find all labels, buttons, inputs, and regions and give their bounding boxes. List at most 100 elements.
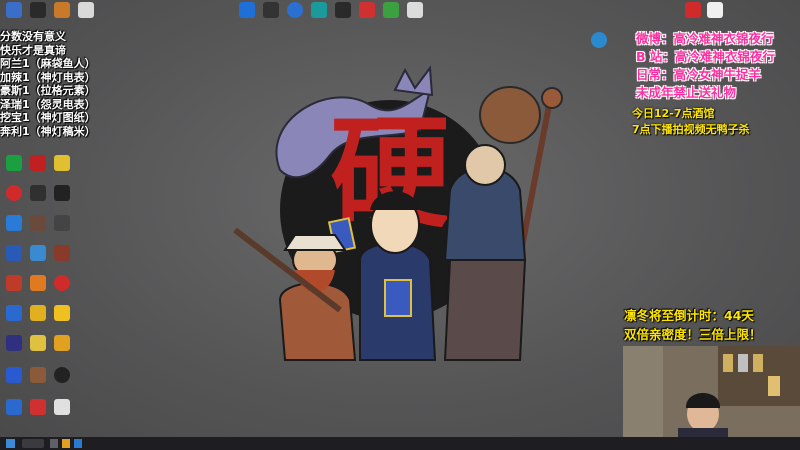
- logitech-icon: [54, 367, 70, 383]
- app-icon: [54, 215, 70, 231]
- wallpaper-artwork: 硬: [233, 65, 563, 361]
- countdown-line: 凛冬将至倒计时：44天: [624, 308, 754, 323]
- desktop-icon[interactable]: [27, 335, 49, 356]
- desktop-icon[interactable]: [27, 367, 49, 388]
- desktop-icon[interactable]: [682, 2, 704, 23]
- desktop-icon[interactable]: [27, 305, 49, 326]
- left-overlay-list: 分数没有意义 快乐才是真谛 阿兰1（麻袋鱼人） 加辣1（神灯电表） 豪斯1（拉格…: [0, 30, 120, 138]
- bilibili-line: B 站：高冷难神衣锦夜行: [636, 49, 775, 64]
- desktop-icon[interactable]: [3, 305, 25, 326]
- app-icon: [54, 305, 70, 321]
- app-icon: [30, 275, 46, 291]
- app-icon: [239, 2, 255, 18]
- trophy: [738, 354, 748, 372]
- app-icon: [263, 2, 279, 18]
- desktop-icon[interactable]: [51, 367, 73, 388]
- desktop-icon[interactable]: [51, 245, 73, 266]
- desktop-icon[interactable]: [27, 155, 49, 176]
- desktop-icon[interactable]: [27, 215, 49, 236]
- icon-label: [3, 351, 25, 356]
- desktop-icon[interactable]: [3, 2, 25, 23]
- desktop-icon[interactable]: [308, 2, 330, 23]
- desktop-icon[interactable]: [3, 185, 25, 206]
- desktop-icon[interactable]: [356, 2, 378, 23]
- icon-label: [51, 261, 73, 266]
- desktop-icon[interactable]: [51, 399, 73, 420]
- dragon-claw: [393, 65, 434, 97]
- desktop-icon[interactable]: [27, 2, 49, 23]
- wechat-icon: [6, 155, 22, 171]
- desktop-icon[interactable]: [236, 2, 258, 23]
- app-icon: [6, 215, 22, 231]
- desktop-icon[interactable]: [3, 399, 25, 420]
- desktop-icon[interactable]: [404, 2, 426, 23]
- trophy: [768, 376, 780, 396]
- trophy: [753, 354, 763, 372]
- desktop-icon[interactable]: [260, 2, 282, 23]
- desktop-icon[interactable]: [51, 185, 73, 206]
- schedule-line: 7点下播拍视频无鸭子杀: [632, 123, 750, 136]
- desktop-icon[interactable]: [51, 305, 73, 326]
- desktop-icon[interactable]: [75, 2, 97, 23]
- icon-label: [3, 231, 25, 236]
- app-icon: [30, 305, 46, 321]
- wizard-face: [464, 144, 506, 186]
- icon-label: [3, 171, 25, 176]
- app-icon: [54, 2, 70, 18]
- webcam-feed: [623, 346, 800, 437]
- icon-label: [51, 415, 73, 420]
- overlay-line: 豪斯1（拉格元素）: [0, 84, 96, 97]
- icon-label: [51, 231, 73, 236]
- desktop-icon[interactable]: [3, 335, 25, 356]
- file-icon: [54, 399, 70, 415]
- app-icon: [359, 2, 375, 18]
- icon-label: [51, 351, 73, 356]
- desktop-icon[interactable]: [3, 367, 25, 388]
- app-icon: [6, 245, 22, 261]
- desktop-icon[interactable]: [704, 2, 726, 23]
- start-icon[interactable]: [6, 439, 15, 448]
- desktop-icon[interactable]: [51, 335, 73, 356]
- daily-line: 日常：高冷女神牛捉羊: [636, 67, 762, 82]
- app-icon: [6, 275, 22, 291]
- app-icon: [6, 335, 22, 351]
- edge-icon[interactable]: [74, 439, 82, 448]
- desktop-icon[interactable]: [27, 399, 49, 420]
- file-explorer-icon[interactable]: [62, 439, 70, 448]
- desktop-icon[interactable]: [27, 185, 49, 206]
- desktop-icon[interactable]: [51, 275, 73, 296]
- desktop-icon[interactable]: [3, 245, 25, 266]
- icon-label: [51, 291, 73, 296]
- desktop-icon[interactable]: [284, 2, 306, 23]
- desktop-icon[interactable]: [380, 2, 402, 23]
- desktop-icon[interactable]: [27, 245, 49, 266]
- bear-head: [479, 86, 541, 144]
- taskbar: [0, 437, 800, 450]
- icon-label: [27, 18, 49, 23]
- app-icon: [30, 185, 46, 201]
- desktop-icon[interactable]: [27, 275, 49, 296]
- overlay-line: 奔利1（神灯稿米）: [0, 124, 96, 138]
- desktop-icon[interactable]: [51, 215, 73, 236]
- countdown-overlay: 凛冬将至倒计时：44天 双倍亲密度！三倍上限！: [624, 306, 800, 344]
- desktop-icon[interactable]: [51, 2, 73, 23]
- task-view-icon[interactable]: [50, 439, 58, 448]
- file-icon: [707, 2, 723, 18]
- desktop-icon[interactable]: [332, 2, 354, 23]
- desktop-icon[interactable]: [3, 275, 25, 296]
- office-icon: [30, 399, 46, 415]
- icon-label: [27, 261, 49, 266]
- app-icon: [54, 155, 70, 171]
- desktop-icon[interactable]: [3, 215, 25, 236]
- icon-label: [704, 18, 726, 23]
- icon-label: [332, 18, 354, 23]
- app-icon: [30, 367, 46, 383]
- desktop-icon[interactable]: [588, 32, 610, 53]
- app-icon: [311, 2, 327, 18]
- app-icon: [30, 245, 46, 261]
- app-icon: [30, 155, 46, 171]
- search-box[interactable]: [22, 439, 44, 448]
- desktop-icon[interactable]: [3, 155, 25, 176]
- desktop-icon[interactable]: [51, 155, 73, 176]
- music-icon: [54, 185, 70, 201]
